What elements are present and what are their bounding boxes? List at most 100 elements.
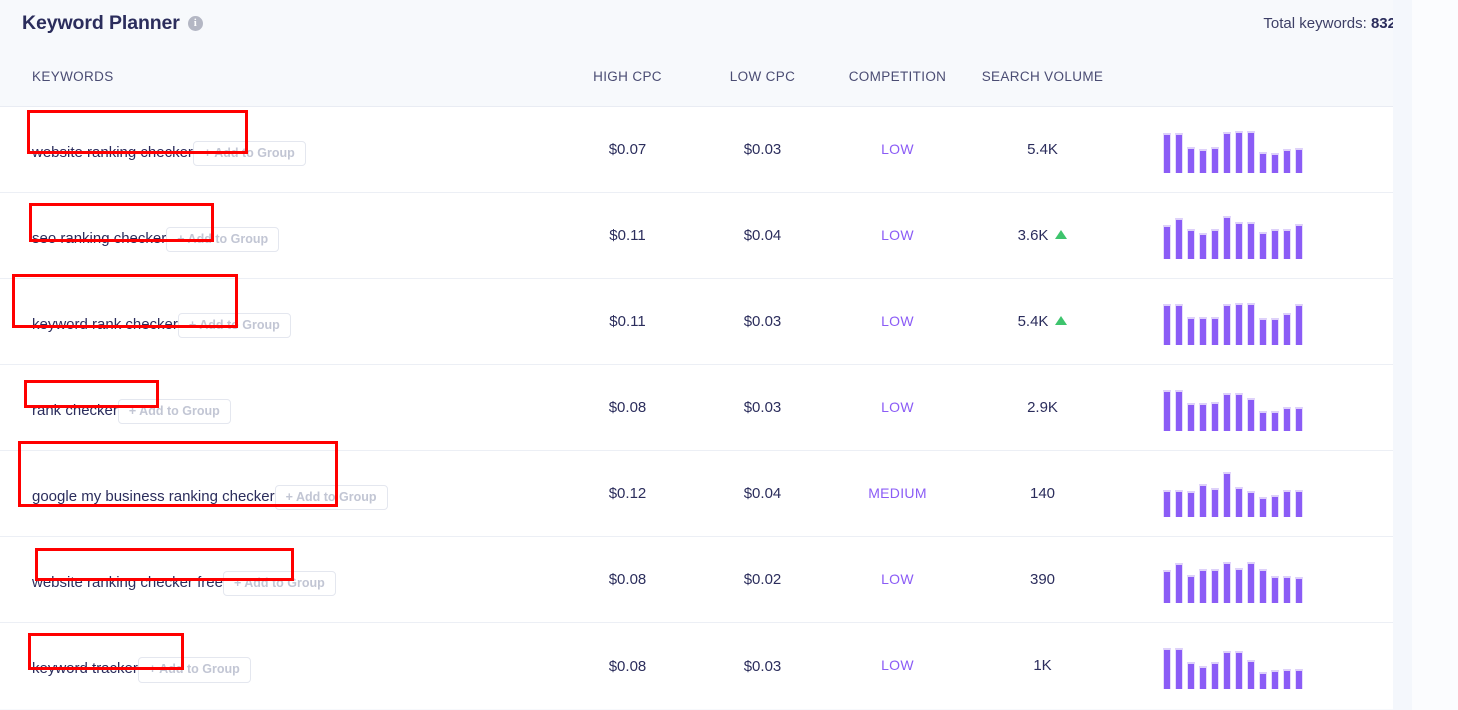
- search-volume-cell: 1K: [965, 657, 1120, 675]
- sparkline-bar: [1247, 221, 1255, 259]
- sparkline-bar: [1295, 669, 1303, 689]
- sparkline-bar: [1175, 562, 1183, 603]
- sparkline-bar: [1283, 312, 1291, 345]
- sparkline-chart: [1163, 299, 1393, 345]
- keyword-text[interactable]: seo ranking checker: [32, 230, 166, 247]
- sparkline-bar: [1283, 669, 1291, 689]
- sparkline-bar: [1163, 489, 1171, 517]
- sparkline-bar: [1283, 228, 1291, 259]
- add-to-group-button[interactable]: + Add to Group: [192, 140, 306, 167]
- add-to-group-button[interactable]: + Add to Group: [222, 570, 336, 597]
- sparkline-bar: [1295, 576, 1303, 603]
- competition-value: LOW: [881, 226, 914, 243]
- low-cpc-value: $0.02: [743, 571, 782, 588]
- add-to-group-button[interactable]: + Add to Group: [166, 226, 280, 253]
- sparkline-bar: [1235, 302, 1243, 345]
- sparkline-bar: [1175, 217, 1183, 259]
- sparkline-bar: [1271, 228, 1279, 259]
- competition-cell: LOW: [830, 141, 965, 159]
- sparkline-bar: [1283, 148, 1291, 173]
- sparkline-bar: [1211, 568, 1219, 603]
- column-header-search_volume[interactable]: SEARCH VOLUME: [965, 69, 1120, 84]
- column-header-low_cpc[interactable]: LOW CPC: [695, 69, 830, 84]
- competition-cell: LOW: [830, 227, 965, 245]
- trend-up-icon: [1055, 315, 1068, 325]
- table-row[interactable]: keyword rank checker + Add to Group $0.11 $…: [0, 279, 1393, 365]
- high-cpc-value: $0.12: [608, 485, 647, 502]
- low-cpc-value: $0.03: [743, 141, 782, 158]
- search-volume-cell: 140: [965, 485, 1120, 503]
- sparkline-bar: [1247, 302, 1255, 345]
- table-row[interactable]: rank checker + Add to Group $0.08 $0.03 LOW 2…: [0, 365, 1393, 451]
- low-cpc-value: $0.04: [743, 485, 782, 502]
- search-volume-value: 5.4K: [1027, 140, 1058, 158]
- keyword-text[interactable]: google my business ranking checker: [32, 488, 275, 505]
- competition-value: LOW: [881, 312, 914, 329]
- trend-sparkline-cell: [1120, 127, 1393, 173]
- sparkline-bar: [1199, 316, 1207, 345]
- sparkline-chart: [1163, 557, 1393, 603]
- sparkline-bar: [1235, 486, 1243, 517]
- low-cpc-value: $0.03: [743, 313, 782, 330]
- sparkline-bar: [1187, 574, 1195, 603]
- sparkline-bar: [1223, 392, 1231, 431]
- keyword-cell: website ranking checker + Add to Group: [0, 133, 560, 167]
- search-volume-cell: 5.4K: [965, 313, 1120, 331]
- add-to-group-button[interactable]: + Add to Group: [137, 657, 251, 683]
- search-volume-cell: 2.9K: [965, 399, 1120, 417]
- sparkline-bar: [1187, 316, 1195, 345]
- competition-cell: LOW: [830, 571, 965, 589]
- sparkline-bar: [1199, 402, 1207, 431]
- sparkline-bar: [1211, 228, 1219, 259]
- sparkline-bar: [1211, 401, 1219, 431]
- add-to-group-button[interactable]: + Add to Group: [274, 484, 388, 511]
- keyword-cell: rank checker + Add to Group: [0, 391, 560, 425]
- trend-sparkline-cell: [1120, 557, 1393, 603]
- search-volume-value: 5.4K: [1017, 312, 1049, 330]
- keyword-text[interactable]: website ranking checker free: [32, 574, 223, 591]
- sparkline-bar: [1235, 221, 1243, 259]
- search-volume-value: 3.6K: [1017, 226, 1049, 244]
- add-to-group-button[interactable]: + Add to Group: [177, 312, 291, 339]
- add-to-group-button[interactable]: + Add to Group: [117, 398, 231, 425]
- sparkline-bar: [1259, 231, 1267, 259]
- sparkline-bar: [1247, 130, 1255, 173]
- sparkline-bar: [1187, 228, 1195, 259]
- low-cpc-value: $0.03: [743, 657, 782, 675]
- info-icon[interactable]: i: [187, 15, 203, 31]
- table-row[interactable]: google my business ranking checker + Add …: [0, 451, 1393, 537]
- low-cpc-value: $0.03: [743, 399, 782, 416]
- sparkline-bar: [1259, 568, 1267, 603]
- table-row[interactable]: seo ranking checker + Add to Group $0.11 $0…: [0, 193, 1393, 279]
- column-header-competition[interactable]: COMPETITION: [830, 69, 965, 84]
- sparkline-bar: [1163, 224, 1171, 259]
- table-row[interactable]: keyword tracker + Add to Group $0.08 $0.03 L…: [0, 623, 1393, 709]
- keyword-text[interactable]: rank checker: [32, 402, 118, 419]
- high-cpc-value: $0.08: [608, 571, 647, 588]
- keyword-cell: keyword rank checker + Add to Group: [0, 305, 560, 339]
- sparkline-bar: [1235, 130, 1243, 173]
- sparkline-bar: [1295, 147, 1303, 173]
- keywords-table: KEYWORDS HIGH CPC LOW CPC COMPETITION SEARCH…: [0, 46, 1412, 710]
- sparkline-bar: [1295, 406, 1303, 431]
- competition-cell: LOW: [830, 399, 965, 417]
- sparkline-bar: [1247, 490, 1255, 517]
- keyword-text[interactable]: keyword rank checker: [32, 316, 178, 333]
- sparkline-bar: [1199, 148, 1207, 173]
- sparkline-bar: [1223, 215, 1231, 259]
- sparkline-bar: [1187, 146, 1195, 173]
- sparkline-bar: [1187, 402, 1195, 431]
- column-header-high_cpc[interactable]: HIGH CPC: [560, 69, 695, 84]
- total-keywords-label: Total keywords:: [1263, 14, 1367, 32]
- high-cpc-value: $0.11: [609, 313, 646, 330]
- competition-value: LOW: [881, 657, 914, 673]
- column-header-keywords[interactable]: KEYWORDS: [0, 69, 560, 84]
- high-cpc-value: $0.08: [608, 399, 647, 416]
- sparkline-bar: [1175, 303, 1183, 345]
- keyword-text[interactable]: keyword tracker: [32, 660, 138, 677]
- sparkline-bar: [1247, 561, 1255, 603]
- table-row[interactable]: website ranking checker + Add to Group $0.…: [0, 107, 1393, 193]
- keyword-text[interactable]: website ranking checker: [32, 144, 193, 161]
- table-row[interactable]: website ranking checker free + Add to Gro…: [0, 537, 1393, 623]
- competition-value: LOW: [881, 570, 914, 587]
